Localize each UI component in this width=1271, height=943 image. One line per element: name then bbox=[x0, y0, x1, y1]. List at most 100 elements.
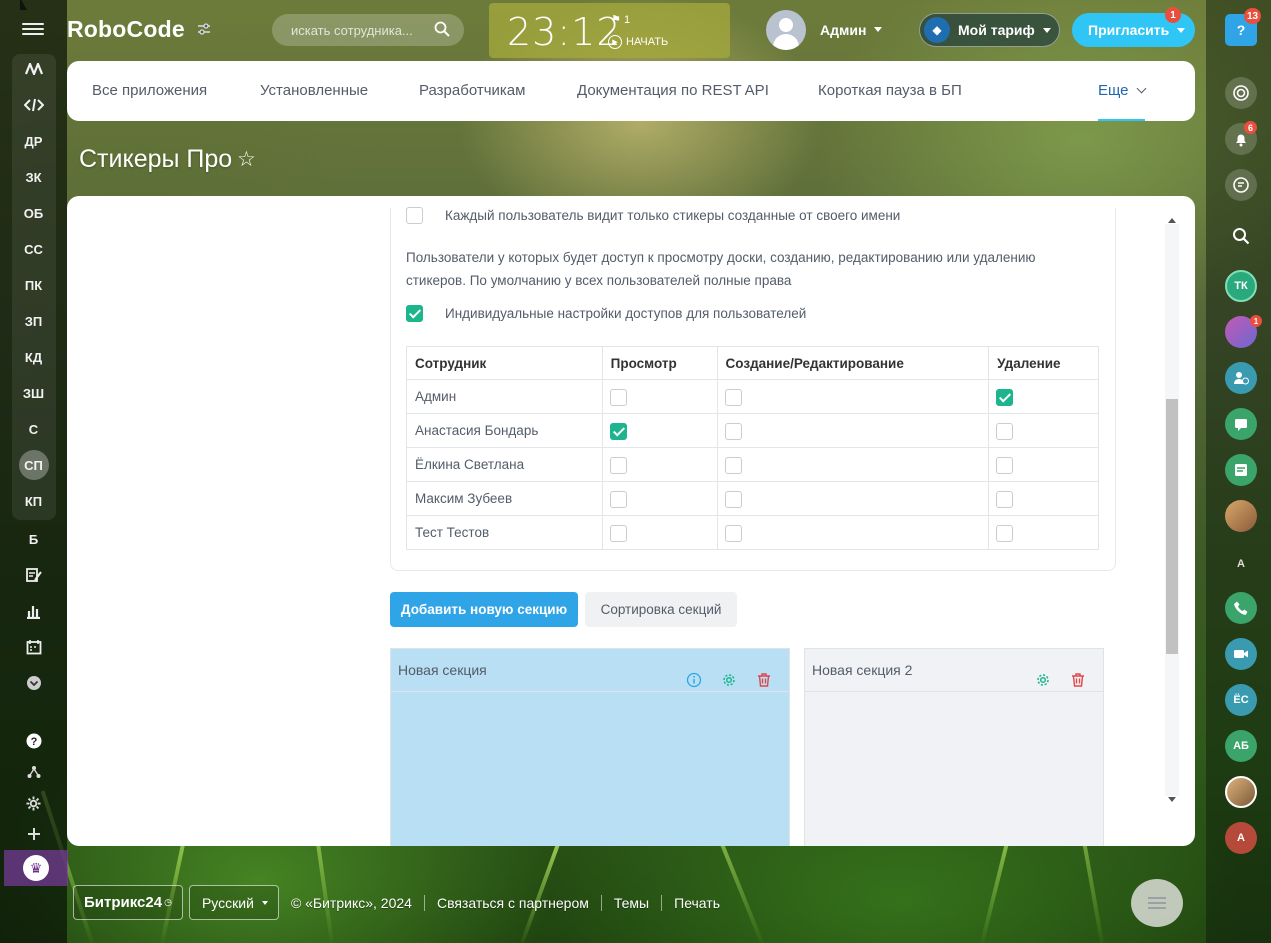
video-call-icon[interactable] bbox=[1225, 638, 1257, 670]
left-menu-item-sp[interactable]: СП bbox=[0, 450, 67, 480]
view-checkbox[interactable] bbox=[609, 422, 627, 440]
left-menu-add-icon[interactable] bbox=[0, 819, 67, 849]
view-checkbox[interactable] bbox=[609, 388, 627, 406]
tab-rest-docs[interactable]: Документация по REST API bbox=[577, 61, 769, 121]
language-select[interactable]: Русский bbox=[188, 885, 279, 920]
edit-checkbox[interactable] bbox=[724, 422, 742, 440]
left-menu-item-pk[interactable]: ПК bbox=[0, 270, 67, 300]
left-menu-item-ob[interactable]: ОБ bbox=[0, 198, 67, 228]
contact-a[interactable]: А bbox=[1225, 548, 1257, 580]
edit-checkbox[interactable] bbox=[724, 524, 742, 542]
left-menu-crown-button[interactable]: ♛ bbox=[4, 850, 68, 886]
contact-avatar[interactable] bbox=[1225, 776, 1257, 808]
left-menu-item-kp[interactable]: КП bbox=[0, 486, 67, 516]
delete-checkbox[interactable] bbox=[996, 422, 1014, 440]
tab-more-label: Еще bbox=[1098, 82, 1129, 99]
left-menu-item-kd[interactable]: КД bbox=[0, 342, 67, 372]
contact-a[interactable]: А bbox=[1225, 822, 1257, 854]
open-lines-icon[interactable] bbox=[1225, 408, 1257, 440]
flag-counter[interactable]: ⚑ 1 bbox=[611, 13, 630, 26]
view-checkbox[interactable] bbox=[609, 524, 627, 542]
own-stickers-checkbox[interactable] bbox=[406, 207, 423, 224]
footer-link-partner[interactable]: Связаться с партнером bbox=[423, 894, 601, 911]
tab-short-pause[interactable]: Короткая пауза в БП bbox=[818, 61, 962, 121]
search-icon[interactable] bbox=[434, 21, 450, 40]
search-icon[interactable] bbox=[1225, 220, 1257, 252]
left-menu-item-b[interactable]: Б bbox=[0, 524, 67, 554]
tab-developers[interactable]: Разработчикам bbox=[419, 61, 525, 121]
left-menu-item-ss[interactable]: СС bbox=[0, 234, 67, 264]
individual-settings-option[interactable]: Индивидуальные настройки доступов для по… bbox=[406, 305, 806, 322]
delete-checkbox[interactable] bbox=[996, 490, 1014, 508]
contact-ab[interactable]: АБ bbox=[1225, 730, 1257, 762]
portal-logo[interactable]: RoboCode bbox=[67, 16, 185, 43]
left-menu-m-icon[interactable] bbox=[0, 54, 67, 84]
news-chat-icon[interactable] bbox=[1225, 454, 1257, 486]
start-workday-button[interactable]: ▶ НАЧАТЬ bbox=[608, 35, 668, 49]
view-checkbox[interactable] bbox=[609, 456, 627, 474]
contact-tk[interactable]: ТК bbox=[1225, 270, 1257, 302]
left-menu-tasks-icon[interactable] bbox=[0, 560, 67, 590]
left-menu-help-icon[interactable]: ? bbox=[0, 726, 67, 756]
info-icon[interactable] bbox=[686, 662, 702, 688]
edit-checkbox[interactable] bbox=[724, 456, 742, 474]
delete-checkbox[interactable] bbox=[996, 388, 1014, 406]
phone-icon[interactable] bbox=[1225, 592, 1257, 624]
footer-link-print[interactable]: Печать bbox=[661, 894, 732, 911]
edit-checkbox[interactable] bbox=[724, 490, 742, 508]
scroll-up-icon[interactable] bbox=[1168, 214, 1176, 223]
worktime-widget[interactable]: 23:12 ⚑ 1 ▶ НАЧАТЬ bbox=[489, 3, 730, 58]
sort-sections-button[interactable]: Сортировка секций bbox=[585, 592, 737, 627]
left-menu-more-icon[interactable] bbox=[0, 668, 67, 698]
edit-checkbox[interactable] bbox=[724, 388, 742, 406]
left-menu-calendar-icon[interactable] bbox=[0, 632, 67, 662]
footer-link-themes[interactable]: Темы bbox=[600, 894, 661, 911]
gear-icon[interactable] bbox=[1035, 662, 1051, 686]
access-table: Сотрудник Просмотр Создание/Редактирован… bbox=[406, 346, 1099, 550]
logo-settings-icon[interactable] bbox=[197, 22, 211, 38]
tariff-button[interactable]: ◆ Мой тариф bbox=[919, 13, 1060, 47]
favorite-star-icon[interactable]: ☆ bbox=[237, 147, 256, 172]
table-row: Ёлкина Светлана bbox=[406, 447, 1099, 482]
left-menu-item-dr[interactable]: ДР bbox=[0, 126, 67, 156]
copilot-icon[interactable] bbox=[1225, 77, 1257, 109]
content-scrollbar[interactable] bbox=[1165, 212, 1179, 808]
scroll-thumb[interactable] bbox=[1166, 399, 1178, 654]
employee-name: Админ bbox=[406, 379, 603, 414]
gear-icon[interactable] bbox=[721, 662, 737, 686]
bitrix24-logo[interactable]: Битрикс24 ◷ bbox=[73, 885, 183, 920]
scroll-down-icon[interactable] bbox=[1168, 797, 1176, 806]
own-stickers-option[interactable]: Каждый пользователь видит только стикеры… bbox=[406, 207, 900, 224]
page-title: Стикеры Про bbox=[79, 145, 233, 173]
contact-clock-icon[interactable] bbox=[1225, 362, 1257, 394]
left-menu-settings-icon[interactable] bbox=[0, 788, 67, 818]
user-menu[interactable]: Админ bbox=[820, 22, 882, 38]
left-menu-reports-icon[interactable] bbox=[0, 596, 67, 626]
employee-search[interactable] bbox=[272, 14, 464, 46]
left-menu-item-s[interactable]: С bbox=[0, 414, 67, 444]
left-menu-item-zp[interactable]: ЗП bbox=[0, 306, 67, 336]
menu-burger-icon[interactable] bbox=[22, 20, 44, 38]
search-input[interactable] bbox=[291, 22, 427, 38]
messenger-icon[interactable] bbox=[1225, 169, 1257, 201]
chat-menu-button[interactable] bbox=[1131, 879, 1183, 927]
user-avatar[interactable] bbox=[766, 10, 806, 50]
tab-all-apps[interactable]: Все приложения bbox=[92, 61, 207, 121]
contact-es[interactable]: ЁС bbox=[1225, 684, 1257, 716]
trash-icon[interactable] bbox=[756, 662, 772, 687]
tab-installed[interactable]: Установленные bbox=[260, 61, 368, 121]
chevron-down-icon bbox=[1177, 27, 1186, 37]
trash-icon[interactable] bbox=[1070, 662, 1086, 687]
view-checkbox[interactable] bbox=[609, 490, 627, 508]
tab-more[interactable]: Еще bbox=[1098, 61, 1146, 121]
left-menu-code-icon[interactable] bbox=[0, 90, 67, 120]
add-section-button[interactable]: Добавить новую секцию bbox=[390, 592, 578, 627]
clock-icon: ◷ bbox=[164, 897, 172, 907]
left-menu-item-zsh[interactable]: ЗШ bbox=[0, 378, 67, 408]
left-menu-structure-icon[interactable] bbox=[0, 757, 67, 787]
individual-settings-checkbox[interactable] bbox=[406, 305, 423, 322]
delete-checkbox[interactable] bbox=[996, 456, 1014, 474]
contact-avatar[interactable] bbox=[1225, 500, 1257, 532]
left-menu-item-zk[interactable]: ЗК bbox=[0, 162, 67, 192]
delete-checkbox[interactable] bbox=[996, 524, 1014, 542]
